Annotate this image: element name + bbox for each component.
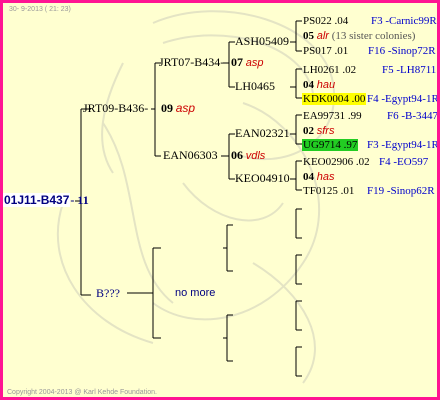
g5-row-9[interactable]: UG9714 .97: [302, 139, 359, 151]
sire-dam-queen[interactable]: EAN06303: [163, 149, 218, 162]
g5-row-9-location: F3 -Egypt94-1R: [367, 139, 439, 151]
sire-generation: 09: [161, 101, 173, 115]
sire-breeder: asp: [175, 101, 196, 115]
root-queen-generation: 11: [77, 193, 89, 207]
g5-row-6-location: F4 -Egypt94-1R: [367, 93, 439, 105]
sire-sire-id: JRT07-B434: [159, 55, 221, 69]
g5-row-12[interactable]: TF0125 .01: [303, 185, 354, 197]
ggp-ssds[interactable]: EAN02321: [235, 127, 290, 139]
sire-info: 09 asp: [161, 102, 195, 115]
ggp-ssdd[interactable]: KEO04910: [235, 172, 290, 184]
dam-id: B???: [96, 286, 120, 300]
g5-row-9-highlight: UG9714 .97: [302, 139, 359, 151]
g5-row-2: 05 alr (13 sister colonies): [303, 30, 416, 42]
g5-row-7-location: F6 -B-3447: [387, 110, 439, 122]
g5-row-4[interactable]: LH0261 .02: [303, 64, 356, 76]
sire-sire-queen[interactable]: JRT07-B434-: [159, 56, 224, 69]
g5-row-12-location: F19 -Sinop62R: [367, 185, 435, 197]
sire-dam-breeder: vdls: [245, 150, 266, 162]
dam-queen[interactable]: B???: [96, 287, 120, 300]
pedigree-frame: 30- 9-2013 ( 21: 23) 01J11-B437- 11 JRT0…: [0, 0, 440, 400]
g5-row-4-location: F5 -LH8711: [382, 64, 437, 76]
ggp-ssss[interactable]: ASH05409: [235, 35, 289, 47]
dam-no-more-label: no more: [175, 287, 216, 299]
g5-row-7[interactable]: EA99731 .99: [303, 110, 362, 122]
sire-queen[interactable]: JRT09-B436-: [83, 102, 148, 115]
g5-row-11: 04 has: [303, 171, 335, 183]
g5-row-1[interactable]: PS022 .04: [303, 15, 348, 27]
copyright-footer: Copyright 2004-2013 @ Karl Kehde Foundat…: [7, 389, 157, 396]
sire-dam-id: EAN06303: [163, 148, 218, 162]
g5-row-6[interactable]: KDK0004 .00: [302, 93, 367, 105]
sire-sire-breeder: asp: [245, 57, 264, 69]
g5-row-8: 02 sfrs: [303, 125, 335, 137]
g5-row-6-highlight: KDK0004 .00: [302, 93, 367, 105]
g5-row-10-location: F4 -EO597: [379, 156, 429, 168]
sire-dam-generation: 06: [231, 148, 243, 162]
sire-id: JRT09-B436: [83, 101, 145, 115]
ggp-sssd[interactable]: LH0465: [235, 80, 275, 92]
sire-dam-info: 06 vdls: [231, 149, 265, 162]
g5-row-3[interactable]: PS017 .01: [303, 45, 348, 57]
g5-row-3-location: F16 -Sinop72R: [368, 45, 436, 57]
sire-sire-info: 07 asp: [231, 56, 264, 69]
g5-row-1-location: F3 -Carnic99R: [371, 15, 437, 27]
sire-sire-generation: 07: [231, 55, 243, 69]
g5-row-5: 04 hau: [303, 79, 336, 91]
root-queen-id: 01J11-B437: [3, 193, 71, 207]
root-queen[interactable]: 01J11-B437- 11: [3, 193, 89, 207]
g5-row-10[interactable]: KEO02906 .02: [303, 156, 370, 168]
